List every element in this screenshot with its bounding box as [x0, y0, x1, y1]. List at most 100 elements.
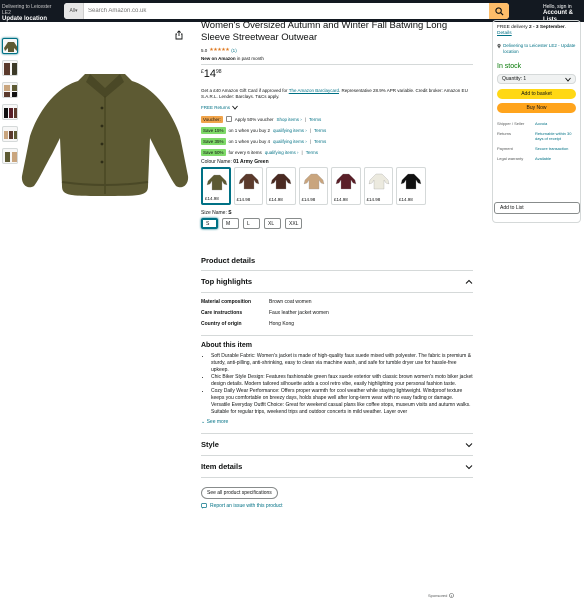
promo-link[interactable]: Shop items › — [277, 117, 302, 122]
colour-swatch[interactable]: £14.98 — [331, 167, 361, 205]
about-title: About this item — [201, 342, 252, 349]
about-this-item: About this item Soft Durable Fabric: Wom… — [201, 342, 473, 426]
info-value[interactable]: Aovoia — [535, 121, 576, 126]
attr-key: Material composition — [201, 299, 252, 305]
style-toggle[interactable]: Style — [201, 440, 473, 449]
swatch-price: £14.98 — [301, 197, 316, 202]
size-label: Size Name: S — [201, 210, 473, 216]
attr-key: Country of origin — [201, 321, 242, 327]
search-button[interactable] — [489, 3, 509, 19]
buybox-location[interactable]: Delivering to Leicester LE2 - Update loc… — [497, 43, 576, 55]
attr-value: Brown coat women — [269, 299, 312, 305]
terms-link[interactable]: Terms — [314, 128, 326, 133]
info-icon[interactable] — [449, 593, 455, 598]
size-label-text: Size Name: — [201, 210, 227, 216]
delivery-location[interactable]: Delivering to Leicester LE2 Update locat… — [2, 4, 58, 23]
barclaycard-link[interactable]: The Amazon Barclaycard — [289, 88, 339, 93]
about-bullet: Versatile Everyday Outfit Choice: Great … — [211, 402, 473, 416]
delivery-details-link[interactable]: Details — [497, 31, 512, 36]
promo-link[interactable]: qualifying items › — [273, 128, 307, 133]
save-badge: Save 35% — [201, 137, 226, 145]
free-returns-label: FREE Returns — [201, 105, 231, 110]
terms-link[interactable]: Terms — [314, 139, 326, 144]
info-value[interactable]: Available — [535, 156, 576, 161]
divider — [201, 292, 473, 293]
swatch-price: £14.98 — [366, 197, 381, 202]
colour-swatch[interactable]: £14.98 — [201, 167, 231, 205]
rating-row[interactable]: 5.0 ★★★★★ (1) — [201, 47, 473, 53]
rating-value: 5.0 — [201, 47, 208, 53]
thumbnail-5[interactable] — [2, 126, 18, 142]
sponsored-text: Sponsored — [428, 593, 448, 598]
product-details-section: Product details Top highlights Material … — [201, 256, 473, 509]
divider — [201, 477, 473, 478]
item-details-title: Item details — [201, 462, 243, 471]
colour-swatch[interactable]: £14.98 — [298, 167, 328, 205]
promo-separator: | — [309, 138, 311, 144]
about-bullet: Soft Durable Fabric: Women's jacket is m… — [211, 353, 473, 374]
promo-link[interactable]: qualifying items › — [273, 139, 307, 144]
size-option-m[interactable]: M — [222, 218, 239, 229]
promo-separator: | — [304, 116, 306, 122]
info-key: Payment — [497, 146, 513, 151]
voucher-checkbox[interactable] — [225, 116, 232, 122]
size-option-l[interactable]: L — [243, 218, 260, 229]
divider — [201, 433, 473, 434]
swatch-price: £14.98 — [334, 197, 348, 202]
gift-text-pre: Get a £40 Amazon Gift Card if approved f… — [201, 88, 289, 93]
promo-link[interactable]: qualifying items › — [265, 150, 299, 155]
chevron-down-icon — [465, 464, 473, 469]
colour-swatch[interactable]: £14.98 — [266, 167, 296, 205]
jacket-thumbnail-image — [5, 152, 17, 162]
buy-now-button[interactable]: Buy Now — [497, 103, 576, 113]
see-all-specs-button[interactable]: See all product specifications — [201, 487, 278, 499]
colour-swatch[interactable]: £14.98 — [233, 167, 263, 205]
swatch-price: £14.98 — [269, 197, 283, 202]
colour-label-text: Colour Name: — [201, 159, 232, 165]
colour-label: Colour Name: 01 Army Green — [201, 159, 473, 165]
thumbnail-4[interactable] — [2, 104, 18, 120]
see-more-toggle[interactable]: ⌄ See more — [201, 419, 473, 426]
thumbnail-1[interactable] — [2, 38, 18, 54]
main-product-image[interactable] — [20, 26, 190, 244]
buy-box: FREE delivery 2 - 3 September. Details D… — [492, 20, 581, 223]
attr-value: Hong Kong — [269, 321, 295, 327]
top-nav-bar: Delivering to Leicester LE2 Update locat… — [0, 0, 584, 23]
rating-count[interactable]: (1) — [231, 48, 237, 53]
thumbnail-3[interactable] — [2, 82, 18, 98]
colour-swatch[interactable]: £14.98 — [396, 167, 426, 205]
info-value[interactable]: Secure transaction — [535, 146, 576, 151]
price-whole: 14 — [203, 68, 217, 80]
jacket-thumbnail-image — [4, 42, 17, 52]
jacket-swatch-image — [368, 173, 389, 190]
chevron-down-icon — [465, 442, 473, 447]
colour-swatch[interactable]: £14.98 — [363, 167, 393, 205]
report-issue-link[interactable]: Report an issue with this product — [201, 503, 473, 509]
size-option-xl[interactable]: XL — [264, 218, 281, 229]
delivery-pre: FREE delivery — [497, 25, 529, 30]
terms-link[interactable]: Terms — [306, 150, 318, 155]
item-details-toggle[interactable]: Item details — [201, 462, 473, 471]
top-highlights-toggle[interactable]: Top highlights — [201, 277, 473, 286]
swatch-price: £14.98 — [236, 197, 251, 202]
free-returns-dropdown[interactable]: FREE Returns — [201, 105, 473, 110]
search-input[interactable] — [84, 3, 489, 19]
search-category-select[interactable]: All ▾ — [64, 3, 84, 19]
add-to-list-button[interactable]: Add to List — [494, 202, 580, 214]
product-details-title: Product details — [201, 256, 256, 265]
size-option-s[interactable]: S — [201, 218, 218, 229]
divider — [201, 335, 473, 336]
thumbnail-2[interactable] — [2, 60, 18, 76]
colour-swatches: £14.98 £14.98 £14.98 £14.98 £14.98 £14.98 £14.… — [201, 167, 473, 205]
share-button[interactable] — [174, 30, 184, 40]
quantity-select[interactable]: Quantity: 1 — [497, 74, 576, 84]
search-bar: All ▾ — [64, 3, 509, 19]
info-value[interactable]: Returnable within 30 days of receipt — [535, 131, 576, 141]
terms-link[interactable]: Terms — [309, 117, 321, 122]
location-text: Delivering to Leicester LE2 - Update loc… — [503, 43, 576, 54]
promo-text: on 1 when you buy 4 — [228, 138, 271, 144]
size-option-xxl[interactable]: XXL — [285, 218, 303, 229]
location-pin-icon — [497, 43, 501, 49]
add-to-basket-button[interactable]: Add to basket — [497, 89, 576, 99]
thumbnail-6[interactable] — [2, 148, 18, 164]
